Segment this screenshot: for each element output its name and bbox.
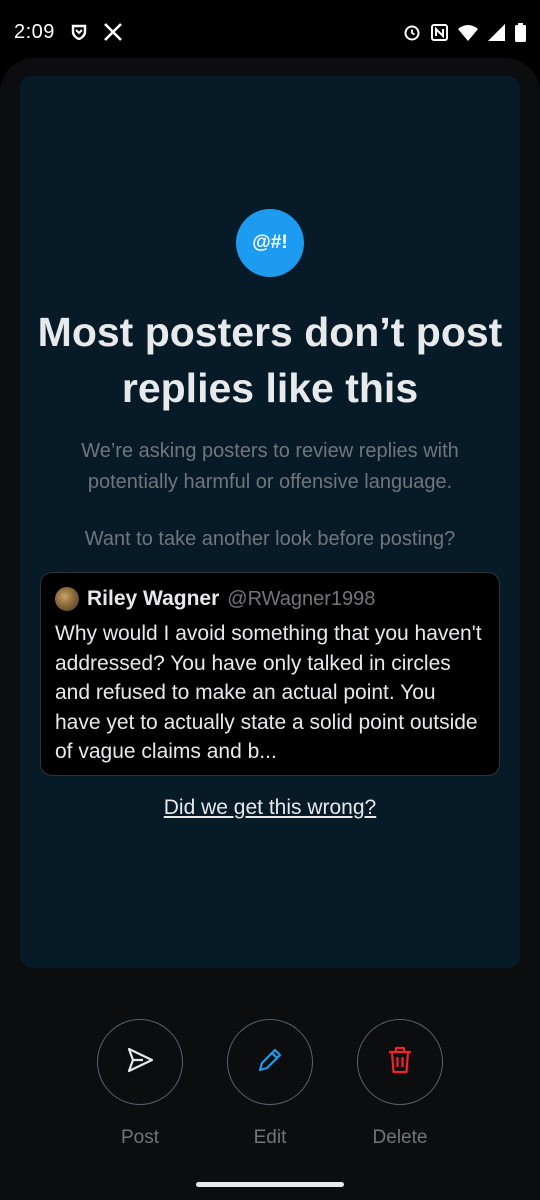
post-label: Post xyxy=(120,1127,160,1148)
battery-icon xyxy=(515,22,526,42)
avatar xyxy=(55,587,79,611)
send-icon xyxy=(125,1045,155,1080)
edit-action: Edit xyxy=(225,1019,315,1149)
delete-label: Delete xyxy=(372,1127,428,1148)
status-left: 2:09 xyxy=(14,21,123,44)
quoted-post: Riley Wagner @RWagner1998 Why would I av… xyxy=(40,572,500,776)
shield-icon xyxy=(71,24,87,40)
author-handle: @RWagner1998 xyxy=(227,587,376,610)
post-action: Post xyxy=(95,1019,185,1149)
trash-icon xyxy=(386,1045,414,1080)
offensive-language-badge: @#! xyxy=(236,209,304,277)
wifi-icon xyxy=(458,24,478,41)
prompt-question: Want to take another look before posting… xyxy=(84,528,456,550)
nfc-icon xyxy=(431,23,448,41)
prompt-description: We’re asking posters to review replies w… xyxy=(81,440,459,493)
delete-button[interactable] xyxy=(357,1019,443,1105)
edit-label: Edit xyxy=(253,1127,287,1148)
author-name: Riley Wagner xyxy=(87,587,220,610)
status-bar: 2:09 xyxy=(0,0,540,64)
delete-action: Delete xyxy=(355,1019,445,1149)
page-title: Most posters don’t post replies like thi… xyxy=(37,309,503,411)
x-logo-icon xyxy=(103,22,123,42)
did-we-get-this-wrong-link[interactable]: Did we get this wrong? xyxy=(30,796,510,820)
edit-button[interactable] xyxy=(227,1019,313,1105)
status-right xyxy=(403,22,526,42)
home-indicator[interactable] xyxy=(196,1182,344,1187)
status-time: 2:09 xyxy=(14,20,55,43)
signal-icon xyxy=(488,23,505,41)
pencil-icon xyxy=(255,1045,285,1080)
badge-text: @#! xyxy=(252,232,288,253)
quoted-post-text: Why would I avoid something that you hav… xyxy=(55,622,482,763)
quoted-post-header: Riley Wagner @RWagner1998 xyxy=(55,583,485,615)
post-button[interactable] xyxy=(97,1019,183,1105)
alarm-icon xyxy=(403,23,421,41)
